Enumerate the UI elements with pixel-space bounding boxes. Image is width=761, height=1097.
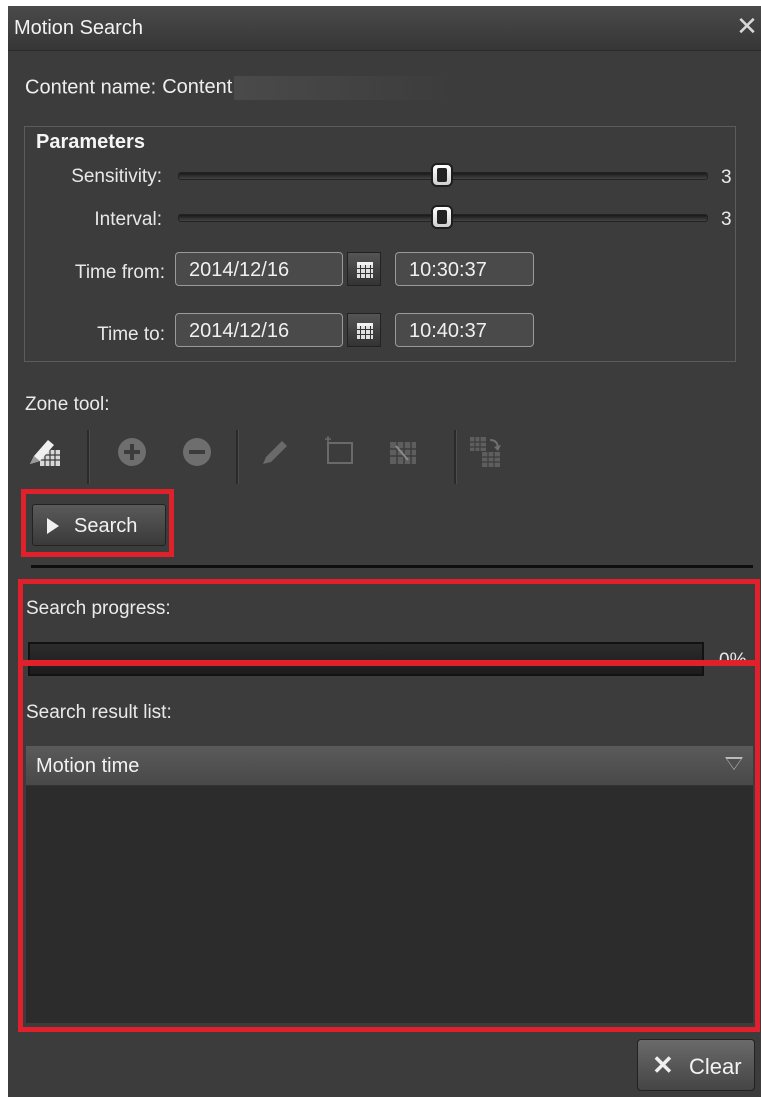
time-from-label: Time from: <box>74 262 165 283</box>
clear-icon: ✕ <box>652 1050 674 1080</box>
clear-button-label: Clear <box>689 1054 742 1079</box>
sensitivity-slider-thumb[interactable] <box>431 163 453 187</box>
search-progress-value: 0% <box>719 650 747 671</box>
time-to-time-field[interactable]: 10:40:37 <box>395 313 534 347</box>
calendar-icon <box>357 323 373 340</box>
time-to-date-field[interactable]: 2014/12/16 <box>175 313 343 347</box>
close-icon[interactable]: ✕ <box>735 12 759 40</box>
search-button-label: Search <box>74 515 138 537</box>
search-result-label: Search result list: <box>26 702 172 723</box>
column-header-label: Motion time <box>36 755 140 777</box>
zone-tool-label: Zone tool: <box>25 394 110 415</box>
interval-label: Interval: <box>94 209 162 230</box>
copy-zone-icon[interactable] <box>468 434 504 470</box>
time-from-time-field[interactable]: 10:30:37 <box>395 252 534 286</box>
content-name-row: Content name: Content <box>25 76 455 100</box>
search-button[interactable]: Search <box>32 504 166 546</box>
search-result-list[interactable]: Motion time <box>26 746 753 1023</box>
title-bar: Motion Search ✕ <box>8 6 761 51</box>
time-from-date-field[interactable]: 2014/12/16 <box>175 252 343 286</box>
search-progress-bar <box>28 642 704 676</box>
toolbar-separator <box>87 430 90 484</box>
content-name-value: Content <box>162 76 233 99</box>
column-header-motion-time[interactable]: Motion time <box>26 746 753 786</box>
pencil-icon[interactable] <box>257 434 293 470</box>
interval-slider-thumb[interactable] <box>431 205 453 229</box>
window-title: Motion Search <box>14 17 143 39</box>
rectangle-icon[interactable] <box>321 434 357 470</box>
time-to-calendar-button[interactable] <box>347 313 381 347</box>
calendar-icon <box>357 262 373 279</box>
edit-grid-icon[interactable] <box>26 434 62 470</box>
content-name-fade <box>234 76 455 100</box>
interval-value: 3 <box>721 209 732 230</box>
clear-button[interactable]: ✕ Clear <box>637 1039 755 1091</box>
toolbar-separator <box>454 430 457 484</box>
search-progress-label: Search progress: <box>26 598 171 619</box>
remove-zone-icon[interactable] <box>179 434 215 470</box>
content-name-label: Content name: <box>25 76 157 99</box>
time-from-calendar-button[interactable] <box>347 252 381 286</box>
parameters-legend: Parameters <box>32 131 149 154</box>
time-to-label: Time to: <box>97 324 165 345</box>
section-divider <box>31 565 753 568</box>
toolbar-separator <box>236 430 239 484</box>
motion-search-panel: Motion Search ✕ Content name: Content Par… <box>8 6 761 1097</box>
sensitivity-value: 3 <box>721 167 732 188</box>
invert-zone-icon[interactable] <box>384 434 420 470</box>
add-zone-icon[interactable] <box>114 434 150 470</box>
play-icon <box>47 518 59 534</box>
sensitivity-label: Sensitivity: <box>71 166 162 187</box>
sort-triangle-icon <box>725 757 743 770</box>
